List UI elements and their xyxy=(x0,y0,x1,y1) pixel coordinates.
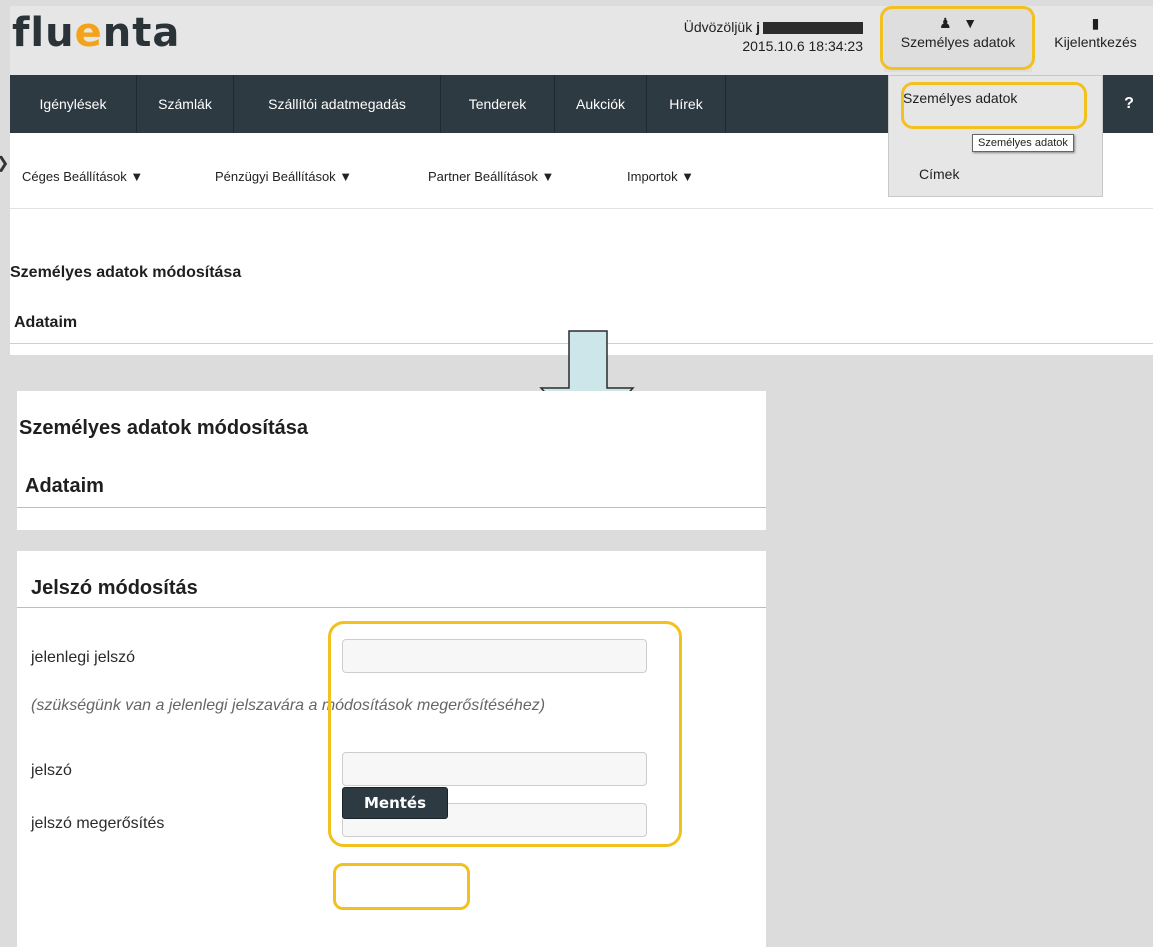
divider xyxy=(17,507,766,508)
personal-data-label: Személyes adatok xyxy=(900,34,1016,50)
sub-nav-financial-settings[interactable]: Pénzügyi Beállítások ▼ xyxy=(215,169,352,184)
user-icon: ♟ xyxy=(938,15,952,31)
sub-nav-company-settings[interactable]: Céges Beállítások ▼ xyxy=(22,169,143,184)
logout-button[interactable]: ▮ Kijelentkezés xyxy=(1038,8,1153,72)
zoomed-header-panel: Személyes adatok módosítása Adataim xyxy=(17,391,766,530)
current-password-input[interactable] xyxy=(342,639,647,673)
form-title: Jelszó módosítás xyxy=(31,577,198,599)
nav-item-news[interactable]: Hírek xyxy=(647,75,726,133)
dropdown-item-addresses[interactable]: Címek xyxy=(919,166,959,182)
personal-data-menu[interactable]: ♟ ▼ Személyes adatok xyxy=(884,8,1032,72)
new-password-label: jelszó xyxy=(31,762,72,779)
chevron-right-icon: ❯ xyxy=(0,153,9,173)
section-heading: Adataim xyxy=(14,314,78,331)
current-password-hint: (szükségünk van a jelenlegi jelszavára a… xyxy=(31,697,546,714)
nav-item-supplier-data[interactable]: Szállítói adatmegadás xyxy=(234,75,441,133)
save-button[interactable]: Mentés xyxy=(342,787,448,819)
sub-nav-imports[interactable]: Importok ▼ xyxy=(627,169,694,184)
new-password-input[interactable] xyxy=(342,752,647,786)
confirm-password-label: jelszó megerősítés xyxy=(31,815,165,832)
nav-item-tenders[interactable]: Tenderek xyxy=(441,75,555,133)
logout-label: Kijelentkezés xyxy=(1054,34,1137,50)
door-icon: ▮ xyxy=(1091,15,1100,31)
chevron-down-icon: ▼ xyxy=(963,15,978,31)
redacted-username xyxy=(763,22,863,35)
dropdown-item-personal-data[interactable]: Személyes adatok xyxy=(903,90,1017,106)
logo: fluenta xyxy=(12,10,181,56)
nav-item-requests[interactable]: Igénylések xyxy=(10,75,137,133)
section-heading: Adataim xyxy=(25,475,104,497)
nav-item-auctions[interactable]: Aukciók xyxy=(555,75,647,133)
nav-item-invoices[interactable]: Számlák xyxy=(137,75,234,133)
current-password-label: jelenlegi jelszó xyxy=(31,649,136,666)
help-button[interactable]: ? xyxy=(1105,75,1153,133)
password-change-panel: Jelszó módosítás jelenlegi jelszó (szüks… xyxy=(17,551,766,947)
tooltip: Személyes adatok xyxy=(972,134,1074,152)
welcome-block: Üdvözöljük j 2015.10.6 18:34:23 xyxy=(683,19,863,54)
page-title: Személyes adatok módosítása xyxy=(10,264,242,281)
sub-nav-partner-settings[interactable]: Partner Beállítások ▼ xyxy=(428,169,554,184)
divider xyxy=(17,607,766,608)
page-title: Személyes adatok módosítása xyxy=(19,417,309,439)
datetime: 2015.10.6 18:34:23 xyxy=(742,38,863,54)
welcome-text: Üdvözöljük xyxy=(683,19,753,35)
top-screenshot-panel: fluenta Üdvözöljük j 2015.10.6 18:34:23 … xyxy=(0,6,1153,355)
header-bar: fluenta Üdvözöljük j 2015.10.6 18:34:23 … xyxy=(10,6,1153,75)
